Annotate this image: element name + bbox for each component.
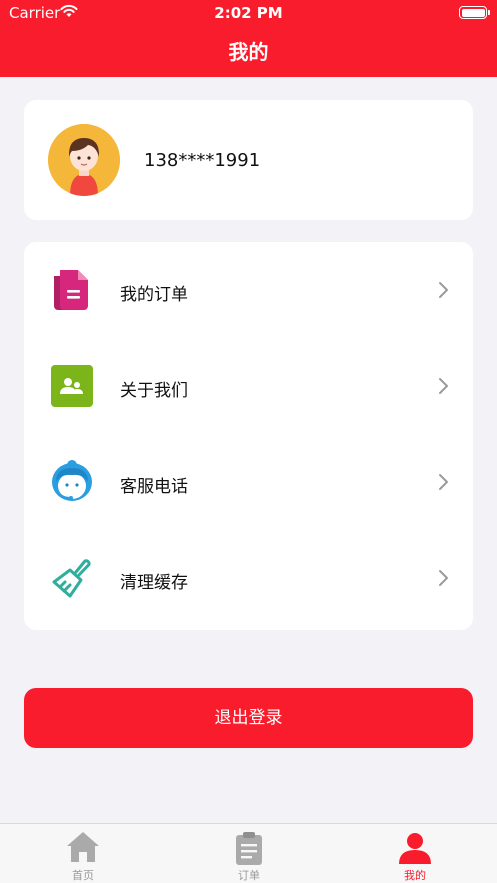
header-bar: Carrier 2:02 PM 我的 [0, 0, 497, 77]
tab-label: 首页 [72, 869, 94, 882]
menu-item-about-us[interactable]: 关于我们 [24, 338, 473, 434]
page-title: 我的 [228, 40, 269, 64]
user-avatar-icon[interactable] [48, 124, 120, 196]
tab-mine[interactable]: 我的 [332, 824, 497, 883]
chevron-right-icon [437, 472, 451, 492]
menu-item-label: 客服电话 [120, 477, 188, 497]
logout-button[interactable]: 退出登录 [24, 688, 473, 748]
chevron-right-icon [437, 376, 451, 396]
chevron-right-icon [437, 568, 451, 588]
status-time: 2:02 PM [214, 4, 283, 22]
broom-icon [48, 554, 96, 602]
menu-card: 我的订单 关于我们 客服电话 清理缓存 [24, 242, 473, 630]
menu-item-customer-service[interactable]: 客服电话 [24, 434, 473, 530]
menu-item-label: 关于我们 [120, 381, 188, 401]
order-document-icon [48, 266, 96, 314]
user-phone: 138****1991 [144, 150, 261, 171]
menu-item-clear-cache[interactable]: 清理缓存 [24, 530, 473, 626]
tab-home[interactable]: 首页 [0, 824, 166, 883]
menu-item-label: 清理缓存 [120, 573, 188, 593]
menu-item-label: 我的订单 [120, 285, 188, 305]
menu-item-my-orders[interactable]: 我的订单 [24, 242, 473, 338]
profile-card[interactable]: 138****1991 [24, 100, 473, 220]
about-us-icon [48, 362, 96, 410]
battery-icon [459, 6, 490, 19]
tab-label: 订单 [238, 869, 260, 882]
tab-label: 我的 [404, 869, 426, 882]
customer-service-icon [48, 458, 96, 506]
chevron-right-icon [437, 280, 451, 300]
clipboard-icon [236, 832, 262, 865]
person-icon [399, 833, 431, 864]
status-bar: Carrier 2:02 PM [0, 0, 497, 26]
tab-bar: 首页 订单 我的 [0, 823, 497, 883]
home-icon [67, 832, 99, 862]
tab-orders[interactable]: 订单 [166, 824, 332, 883]
